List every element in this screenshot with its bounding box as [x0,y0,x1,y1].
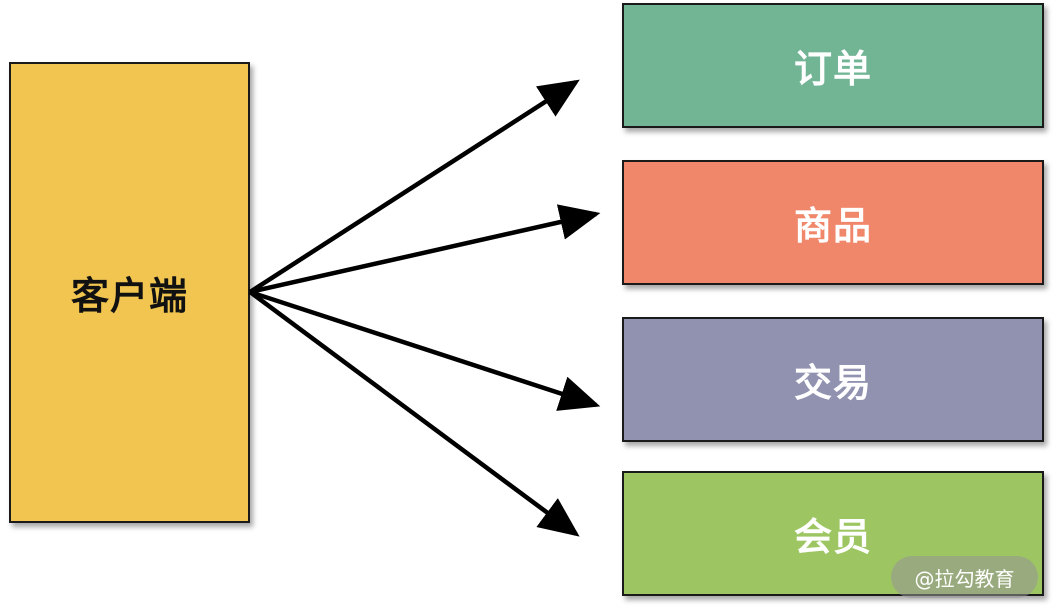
watermark-badge: @拉勾教育 [891,556,1038,598]
arrow-to-order [248,79,580,294]
arrow-to-product [249,204,601,295]
connector-arrows [248,79,601,537]
arrow-to-trade [249,289,601,411]
arrow-to-member [248,290,580,537]
